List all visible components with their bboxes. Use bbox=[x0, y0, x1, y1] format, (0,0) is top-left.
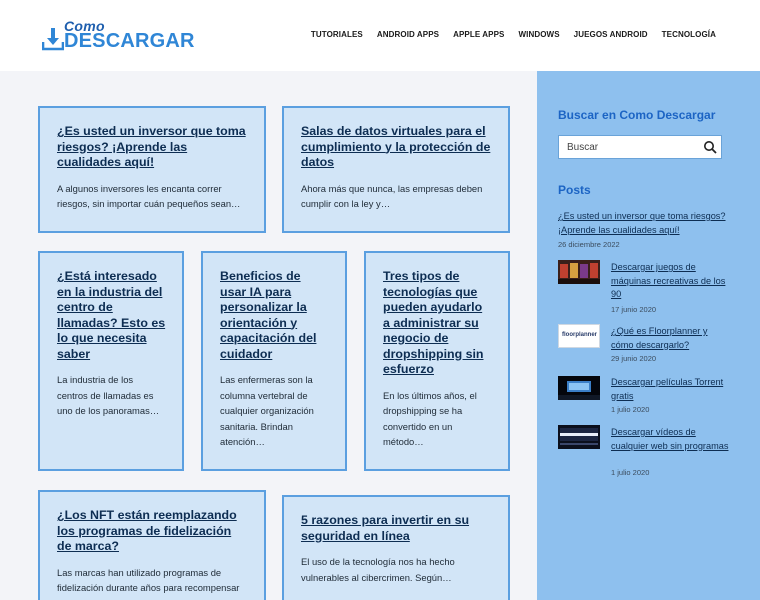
post-thumbnail[interactable] bbox=[558, 425, 600, 449]
post-card: Salas de datos virtuales para el cumplim… bbox=[282, 106, 510, 233]
post-card-title[interactable]: ¿Está interesado en la industria del cen… bbox=[57, 269, 166, 362]
main-nav: TUTORIALES ANDROID APPS APPLE APPS WINDO… bbox=[311, 30, 716, 39]
post-card: ¿Es usted un inversor que toma riesgos? … bbox=[38, 106, 266, 233]
nav-tecnologia[interactable]: TECNOLOGÍA bbox=[662, 30, 716, 39]
search-form bbox=[558, 135, 722, 159]
sidebar-post-date: 26 diciembre 2022 bbox=[558, 240, 620, 249]
sidebar-post-link[interactable]: ¿Qué es Floorplanner y cómo descargarlo? bbox=[611, 325, 731, 352]
search-input[interactable] bbox=[559, 136, 699, 158]
post-card-excerpt: En los últimos años, el dropshipping se … bbox=[383, 389, 477, 448]
post-card-title[interactable]: ¿Los NFT están reemplazando los programa… bbox=[57, 508, 248, 555]
post-thumbnail[interactable]: floorplanner bbox=[558, 324, 600, 348]
sidebar-post-link[interactable]: Descargar vídeos de cualquier web sin pr… bbox=[611, 426, 731, 453]
arcade-thumbnail-image bbox=[558, 260, 600, 284]
post-thumbnail[interactable] bbox=[558, 260, 600, 284]
search-heading: Buscar en Como Descargar bbox=[558, 108, 716, 122]
nav-android-apps[interactable]: ANDROID APPS bbox=[377, 30, 439, 39]
post-card-excerpt: La industria de los centros de llamadas … bbox=[57, 374, 160, 417]
sidebar-post-link[interactable]: Descargar películas Torrent gratis bbox=[611, 376, 731, 403]
post-thumbnail[interactable] bbox=[558, 376, 600, 400]
sidebar-post-date: 17 junio 2020 bbox=[611, 305, 657, 314]
download-icon bbox=[42, 28, 64, 51]
post-card: 5 razones para invertir en su seguridad … bbox=[282, 495, 510, 600]
post-card-title[interactable]: Beneficios de usar IA para personalizar … bbox=[220, 269, 329, 362]
logo-text-bottom: DESCARGAR bbox=[64, 30, 195, 52]
post-card: ¿Está interesado en la industria del cen… bbox=[38, 251, 184, 471]
post-card-excerpt: Las enfermeras son la columna vertebral … bbox=[220, 374, 314, 448]
post-card: Beneficios de usar IA para personalizar … bbox=[201, 251, 347, 471]
post-card-title[interactable]: ¿Es usted un inversor que toma riesgos? … bbox=[57, 124, 248, 171]
sidebar: Buscar en Como Descargar Posts ¿Es usted… bbox=[537, 71, 760, 600]
posts-heading: Posts bbox=[558, 183, 591, 197]
sidebar-post-date: 29 junio 2020 bbox=[611, 354, 657, 363]
post-card-excerpt: Las marcas han utilizado programas de fi… bbox=[57, 566, 240, 594]
sidebar-post-date: 1 julio 2020 bbox=[611, 405, 650, 414]
nav-juegos-android[interactable]: JUEGOS ANDROID bbox=[574, 30, 648, 39]
cinema-thumbnail-image bbox=[558, 376, 600, 400]
post-card: Tres tipos de tecnologías que pueden ayu… bbox=[364, 251, 510, 471]
post-card: ¿Los NFT están reemplazando los programa… bbox=[38, 490, 266, 600]
video-thumbnail-image bbox=[558, 425, 600, 449]
sidebar-post-link[interactable]: Descargar juegos de máquinas recreativas… bbox=[611, 261, 731, 302]
floorplanner-logo-text: floorplanner bbox=[562, 332, 598, 338]
post-card-title[interactable]: Tres tipos de tecnologías que pueden ayu… bbox=[383, 269, 492, 378]
site-header: Como DESCARGAR TUTORIALES ANDROID APPS A… bbox=[0, 0, 760, 71]
post-card-excerpt: El uso de la tecnología nos ha hecho vul… bbox=[301, 556, 455, 583]
post-card-title[interactable]: Salas de datos virtuales para el cumplim… bbox=[301, 124, 492, 171]
search-icon[interactable] bbox=[703, 140, 717, 154]
post-card-excerpt: A algunos inversores les encanta correr … bbox=[57, 182, 241, 210]
nav-apple-apps[interactable]: APPLE APPS bbox=[453, 30, 504, 39]
site-logo[interactable]: Como DESCARGAR bbox=[42, 18, 195, 52]
post-card-excerpt: Ahora más que nunca, las empresas deben … bbox=[301, 182, 483, 210]
post-card-title[interactable]: 5 razones para invertir en su seguridad … bbox=[301, 513, 492, 544]
nav-windows[interactable]: WINDOWS bbox=[519, 30, 560, 39]
nav-tutoriales[interactable]: TUTORIALES bbox=[311, 30, 363, 39]
sidebar-post-link[interactable]: ¿Es usted un inversor que toma riesgos? … bbox=[558, 210, 748, 237]
sidebar-post-date: 1 julio 2020 bbox=[611, 468, 650, 477]
